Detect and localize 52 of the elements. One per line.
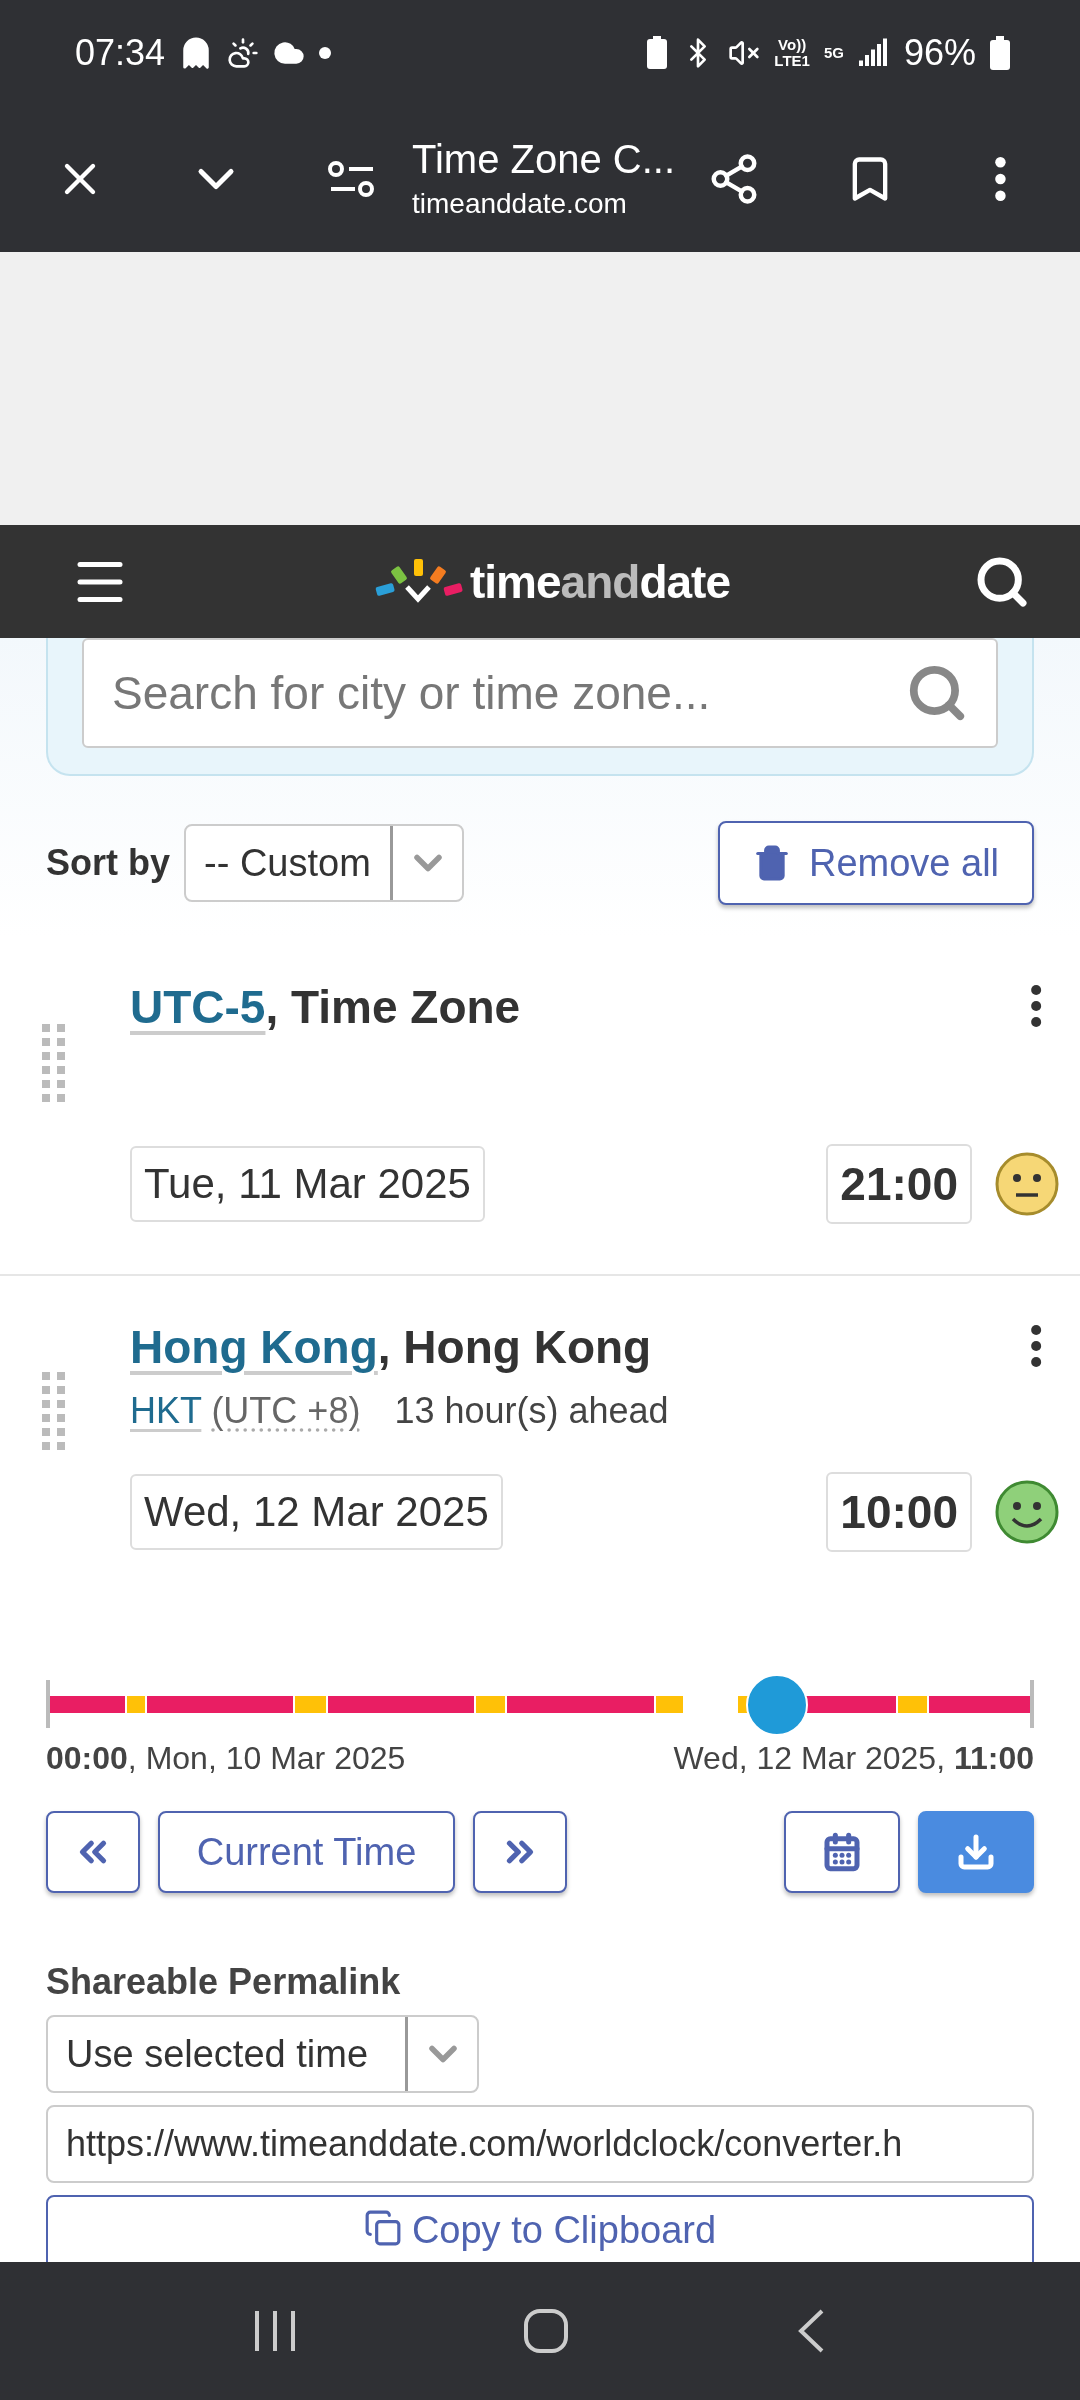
location-title: UTC-5, Time Zone bbox=[130, 980, 521, 1034]
recent-apps-icon[interactable] bbox=[253, 2309, 296, 2353]
back-button[interactable] bbox=[46, 1811, 140, 1893]
copy-icon bbox=[363, 2209, 402, 2247]
page-url: timeanddate.com bbox=[412, 188, 628, 220]
more-icon[interactable] bbox=[1029, 984, 1042, 1028]
drag-handle-icon[interactable] bbox=[42, 1372, 66, 1452]
neutral-face-icon bbox=[994, 1151, 1060, 1217]
sliders-icon bbox=[327, 158, 377, 199]
search-field[interactable]: Search for city or time zone... bbox=[82, 638, 998, 748]
sort-select[interactable]: -- Custom bbox=[184, 824, 464, 902]
permalink-field[interactable]: https://www.timeanddate.com/worldclock/converter.h bbox=[46, 2105, 1034, 2183]
volte-text: Vo)) bbox=[778, 36, 807, 53]
time-field[interactable]: 10:00 bbox=[826, 1472, 972, 1552]
copy-button[interactable]: Copy to Clipboard bbox=[46, 2195, 1034, 2262]
forward-button[interactable] bbox=[473, 1811, 567, 1893]
time-field[interactable]: 21:00 bbox=[826, 1144, 972, 1224]
smiling-face-icon bbox=[994, 1479, 1060, 1545]
remove-all-button[interactable]: Remove all bbox=[718, 821, 1034, 905]
timeline-end-label: Wed, 12 Mar 2025, 11:00 bbox=[673, 1740, 1034, 1777]
sort-label: Sort by bbox=[46, 842, 170, 884]
site-logo[interactable]: timeanddate bbox=[470, 554, 730, 609]
calendar-icon bbox=[822, 1832, 862, 1872]
section-heading: Shareable Permalink bbox=[46, 1961, 402, 2003]
cloud-icon bbox=[227, 36, 260, 69]
current-time-button[interactable]: Current Time bbox=[158, 1811, 455, 1893]
utc-offset: (UTC +8) bbox=[211, 1390, 361, 1431]
location-link[interactable]: Hong Kong bbox=[130, 1321, 378, 1373]
time-difference: 13 hour(s) ahead bbox=[394, 1390, 669, 1432]
download-button[interactable] bbox=[918, 1811, 1034, 1893]
drag-handle-icon[interactable] bbox=[42, 1024, 66, 1104]
battery-icon bbox=[990, 35, 1010, 70]
download-icon bbox=[956, 1832, 996, 1872]
signal-icon bbox=[857, 37, 890, 68]
home-icon[interactable] bbox=[523, 2308, 569, 2354]
dot-icon bbox=[319, 46, 332, 59]
battery-percent: 96% bbox=[903, 31, 976, 74]
battery-saver-icon bbox=[646, 35, 669, 70]
timeline-start-label: 00:00, Mon, 10 Mar 2025 bbox=[46, 1740, 406, 1777]
more-icon bbox=[993, 155, 1007, 202]
location-title: Hong Kong, Hong Kong bbox=[130, 1320, 652, 1374]
more-icon[interactable] bbox=[1029, 1324, 1042, 1368]
status-time: 07:34 bbox=[75, 31, 166, 74]
permalink-mode-select[interactable]: Use selected time bbox=[46, 2015, 479, 2093]
page-title: Time Zone C... bbox=[412, 137, 677, 182]
network-type-text: 5G bbox=[823, 44, 844, 61]
lte-text: LTE1 bbox=[774, 52, 810, 69]
zone-abbreviation-link[interactable]: HKT bbox=[130, 1390, 202, 1431]
date-field[interactable]: Tue, 11 Mar 2025 bbox=[130, 1146, 485, 1222]
date-field[interactable]: Wed, 12 Mar 2025 bbox=[130, 1474, 503, 1550]
location-link[interactable]: UTC-5 bbox=[130, 981, 266, 1033]
calendar-button[interactable] bbox=[784, 1811, 900, 1893]
